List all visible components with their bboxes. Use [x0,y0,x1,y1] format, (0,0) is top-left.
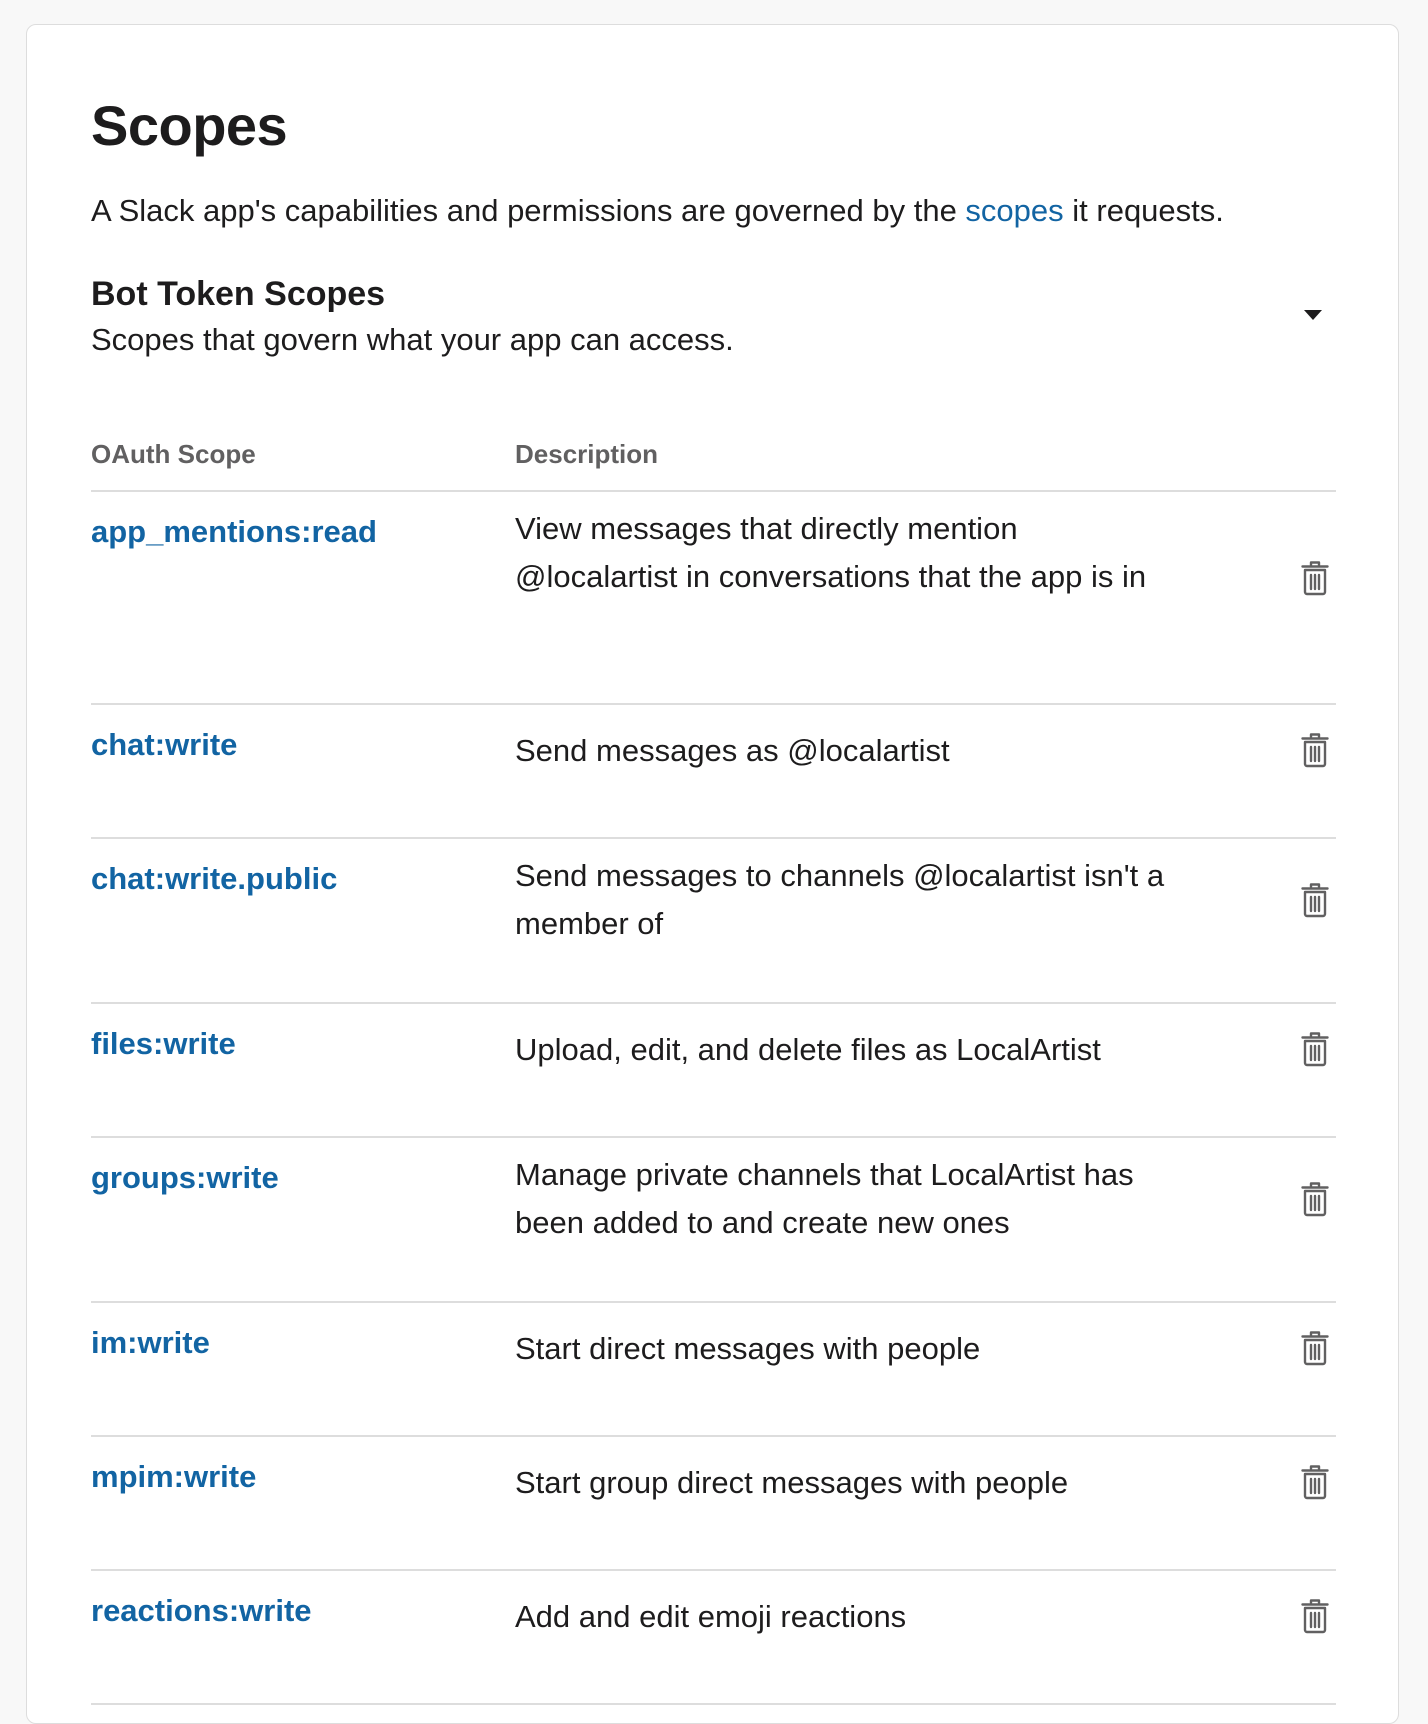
table-row: im:write Start direct messages with peopl… [91,1303,1336,1437]
trash-icon [1301,883,1329,918]
remove-scope-button[interactable] [1301,1464,1329,1500]
bot-token-scopes-subtitle: Scopes that govern what your app can acc… [91,322,734,357]
bot-token-scopes-title: Bot Token Scopes [91,275,386,313]
remove-scope-button[interactable] [1301,560,1329,596]
scope-name-link[interactable]: chat:write [91,727,237,763]
remove-scope-button[interactable] [1301,1330,1329,1366]
collapse-section-button[interactable] [1297,303,1329,327]
scope-description: Manage private channels that LocalArtist… [515,1157,1134,1240]
scope-name-link[interactable]: chat:write.public [91,861,337,897]
scope-description: Upload, edit, and delete files as LocalA… [515,1032,1101,1067]
scope-name-link[interactable]: mpim:write [91,1459,256,1495]
page-title: Scopes [91,94,288,157]
scope-name-link[interactable]: groups:write [91,1160,279,1196]
intro-text-start: A Slack app's capabilities and permissio… [91,193,966,228]
table-row: mpim:write Start group direct messages wi… [91,1437,1336,1571]
scope-description: Send messages as @localartist [515,733,950,768]
scope-description: Send messages to channels @localartist i… [515,858,1165,941]
scope-description: Start group direct messages with people [515,1465,1069,1500]
scope-name-link[interactable]: app_mentions:read [91,514,377,550]
caret-down-icon [1304,310,1322,320]
table-row: files:write Upload, edit, and delete file… [91,1004,1336,1138]
trash-icon [1301,1032,1329,1067]
table-row: groups:write Manage private channels that… [91,1138,1336,1303]
trash-icon [1301,561,1329,596]
trash-icon [1301,1331,1329,1366]
scope-name-link[interactable]: files:write [91,1026,236,1062]
trash-icon [1301,733,1329,768]
remove-scope-button[interactable] [1301,732,1329,768]
scopes-link[interactable]: scopes [965,193,1063,228]
remove-scope-button[interactable] [1301,1181,1329,1217]
trash-icon [1301,1599,1329,1634]
remove-scope-button[interactable] [1301,882,1329,918]
table-row: chat:write.public Send messages to channe… [91,839,1336,1004]
scope-name-link[interactable]: reactions:write [91,1593,312,1629]
scopes-table: app_mentions:read View messages that dire… [91,490,1336,1705]
scope-description: Add and edit emoji reactions [515,1599,907,1634]
intro-text: A Slack app's capabilities and permissio… [91,193,1224,229]
scopes-card: Scopes A Slack app's capabilities and pe… [26,24,1399,1724]
trash-icon [1301,1465,1329,1500]
intro-text-end: it requests. [1063,193,1224,228]
table-row: chat:write Send messages as @localartist [91,705,1336,839]
scope-description: View messages that directly mention @loc… [515,511,1147,594]
remove-scope-button[interactable] [1301,1598,1329,1634]
scope-description: Start direct messages with people [515,1331,981,1366]
remove-scope-button[interactable] [1301,1031,1329,1067]
scope-name-link[interactable]: im:write [91,1325,210,1361]
table-row: reactions:write Add and edit emoji reacti… [91,1571,1336,1705]
column-header-description: Description [515,439,659,469]
column-header-oauth-scope: OAuth Scope [91,439,256,469]
table-row: app_mentions:read View messages that dire… [91,492,1336,705]
trash-icon [1301,1182,1329,1217]
